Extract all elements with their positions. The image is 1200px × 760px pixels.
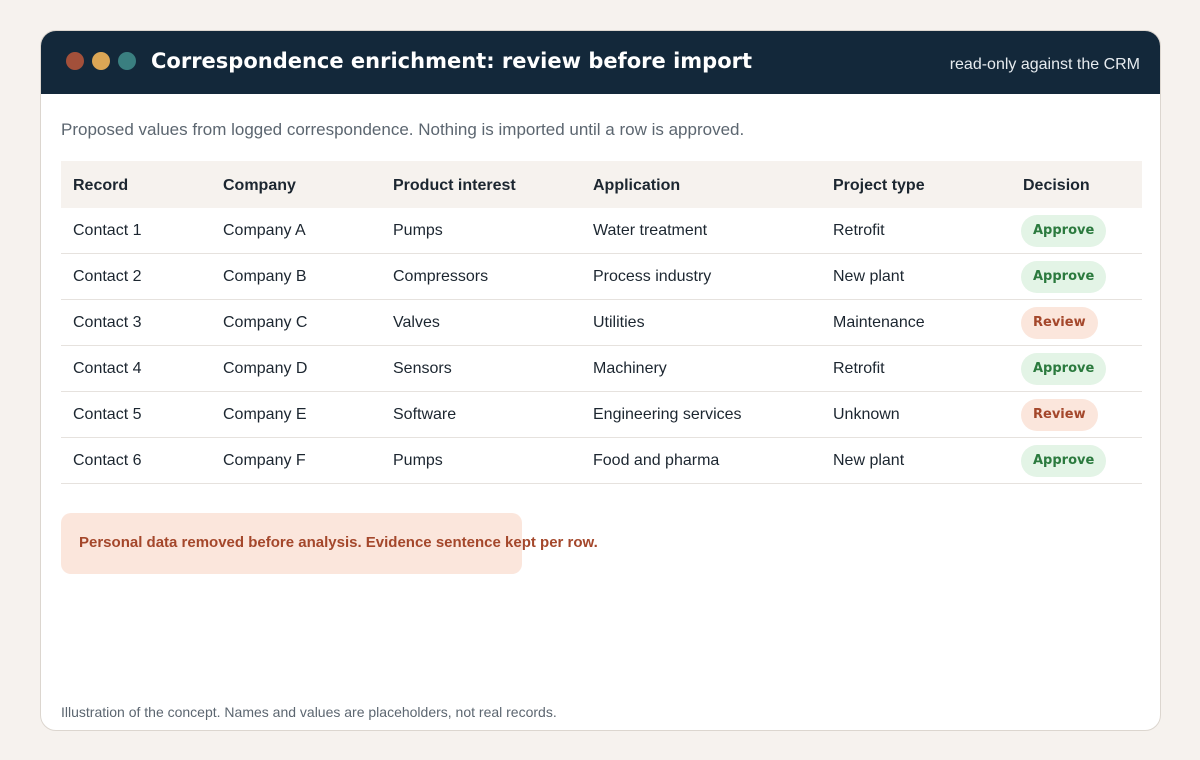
read-only-note: read-only against the CRM	[949, 56, 1140, 73]
cell-company: Company D	[223, 360, 308, 377]
decision-approve-badge[interactable]: Approve	[1021, 353, 1107, 385]
decision-approve-badge[interactable]: Approve	[1021, 215, 1107, 247]
cell-project-type: Unknown	[833, 406, 900, 423]
cell-application: Machinery	[593, 360, 667, 377]
cell-company: Company F	[223, 452, 306, 469]
table-row: Contact 4 Company D Sensors Machinery Re…	[61, 346, 1142, 392]
table-row: Contact 6 Company F Pumps Food and pharm…	[61, 438, 1142, 484]
cell-record: Contact 2	[73, 268, 142, 285]
cell-record: Contact 6	[73, 452, 142, 469]
decision-approve-badge[interactable]: Approve	[1021, 261, 1107, 293]
cell-record: Contact 4	[73, 360, 142, 377]
minimize-window-dot[interactable]	[92, 52, 110, 70]
cell-application: Utilities	[593, 314, 645, 331]
maximize-window-dot[interactable]	[118, 52, 136, 70]
cell-project-type: New plant	[833, 452, 905, 469]
cell-product-interest: Compressors	[393, 268, 489, 285]
header-company: Company	[223, 177, 296, 194]
header-product-interest: Product interest	[393, 177, 516, 194]
cell-product-interest: Valves	[393, 314, 440, 331]
header-decision: Decision	[1023, 177, 1090, 194]
decision-approve-badge[interactable]: Approve	[1021, 445, 1107, 477]
cell-product-interest: Pumps	[393, 452, 443, 469]
cell-project-type: New plant	[833, 268, 905, 285]
cell-project-type: Maintenance	[833, 314, 925, 331]
cell-project-type: Retrofit	[833, 222, 885, 239]
cell-product-interest: Software	[393, 406, 457, 423]
cell-company: Company A	[223, 222, 306, 239]
privacy-notice-text: Personal data removed before analysis. E…	[79, 534, 598, 551]
table-row: Contact 1 Company A Pumps Water treatmen…	[61, 208, 1142, 254]
cell-application: Food and pharma	[593, 452, 720, 469]
cell-company: Company E	[223, 406, 307, 423]
header-record: Record	[73, 177, 129, 194]
cell-company: Company B	[223, 268, 307, 285]
footer-disclaimer: Illustration of the concept. Names and v…	[61, 704, 557, 720]
title-bar: Correspondence enrichment: review before…	[41, 31, 1160, 94]
cell-company: Company C	[223, 314, 308, 331]
cell-product-interest: Pumps	[393, 222, 443, 239]
cell-application: Process industry	[593, 268, 712, 285]
header-project-type: Project type	[833, 177, 925, 194]
window-title: Correspondence enrichment: review before…	[151, 49, 753, 73]
table-row: Contact 2 Company B Compressors Process …	[61, 254, 1142, 300]
table-row: Contact 3 Company C Valves Utilities Mai…	[61, 300, 1142, 346]
cell-application: Engineering services	[593, 406, 742, 423]
cell-record: Contact 1	[73, 222, 142, 239]
cell-application: Water treatment	[593, 222, 708, 239]
decision-review-badge[interactable]: Review	[1021, 399, 1098, 431]
enrichment-table: Record Company Product interest Applicat…	[61, 161, 1142, 484]
table-row: Contact 5 Company E Software Engineering…	[61, 392, 1142, 438]
cell-product-interest: Sensors	[393, 360, 452, 377]
cell-record: Contact 3	[73, 314, 142, 331]
review-window: Correspondence enrichment: review before…	[40, 30, 1161, 731]
close-window-dot[interactable]	[66, 52, 84, 70]
page-subtitle: Proposed values from logged corresponden…	[61, 120, 745, 139]
cell-record: Contact 5	[73, 406, 142, 423]
decision-review-badge[interactable]: Review	[1021, 307, 1098, 339]
privacy-notice: Personal data removed before analysis. E…	[61, 513, 598, 574]
header-application: Application	[593, 177, 681, 194]
cell-project-type: Retrofit	[833, 360, 885, 377]
table-header: Record Company Product interest Applicat…	[61, 161, 1142, 208]
